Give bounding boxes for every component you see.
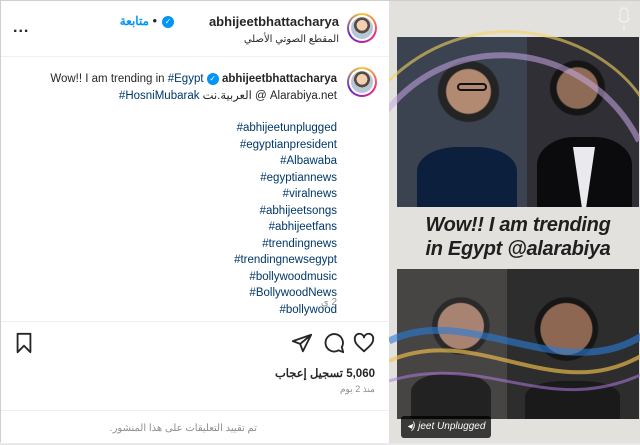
comment-button[interactable]: [323, 332, 345, 354]
caption-author-avatar[interactable]: [347, 67, 377, 97]
heart-icon: [353, 332, 375, 353]
caption-source: العربية.نت @ Alarabiya.net: [202, 89, 337, 102]
hashtag-link[interactable]: #abhijeetunplugged: [237, 122, 337, 134]
suit-shape: [411, 374, 491, 419]
comment-icon: [324, 333, 345, 354]
like-button[interactable]: [353, 332, 375, 354]
post-caption: Wow!! I am trending in #Egypt ✓ abhijeet…: [17, 71, 337, 318]
hashtag-link[interactable]: #viralnews: [283, 188, 337, 200]
hashtag-link[interactable]: #trendingnews: [262, 238, 337, 250]
suit-shape: [525, 381, 620, 419]
likes-label: تسجيل إعجاب: [274, 368, 344, 380]
hashtag-link[interactable]: #abhijeetfans: [269, 221, 337, 233]
instagram-post-dialog: Wow!! I am trending in Egypt @alarabiya …: [0, 0, 640, 443]
bookmark-icon: [16, 332, 32, 354]
hashtag-link[interactable]: #trendingnewsegypt: [234, 254, 337, 266]
caption-text: Wow!! I am trending in: [50, 73, 165, 85]
caption-line-2: #HosniMubarak العربية.نت @ Alarabiya.net: [17, 88, 337, 105]
hashtag-link[interactable]: #Albawaba: [280, 155, 337, 167]
avatar-image: [351, 71, 373, 93]
header-separator: •: [152, 13, 157, 28]
caption-line-1: Wow!! I am trending in #Egypt ✓ abhijeet…: [17, 71, 337, 88]
author-username[interactable]: abhijeetbhattacharya: [209, 14, 339, 29]
hashtag-link[interactable]: #egyptiannews: [260, 172, 337, 184]
comments-limited-notice: تم تقييد التعليقات على هذا المنشور.: [1, 410, 389, 434]
photo-abhijeet-top: [397, 37, 527, 207]
paper-plane-icon: [291, 333, 313, 353]
glasses-shape: [457, 83, 487, 91]
author-avatar[interactable]: [347, 13, 377, 43]
hashtag-egypt[interactable]: #Egypt: [168, 73, 204, 85]
hashtag-hosnimubarak[interactable]: #HosniMubarak: [119, 90, 200, 102]
speaker-icon: ◂): [407, 421, 416, 432]
media-banner-text: Wow!! I am trending in Egypt @alarabiya: [397, 213, 639, 261]
likes-number: 5,060: [346, 368, 375, 380]
avatar-ring: [349, 69, 375, 95]
verified-badge-icon: ✓: [162, 16, 174, 28]
suit-shape: [417, 147, 517, 207]
post-media[interactable]: Wow!! I am trending in Egypt @alarabiya …: [389, 1, 640, 443]
likes-count[interactable]: 5,060 تسجيل إعجاب: [275, 366, 375, 380]
microphone-icon: [617, 7, 631, 31]
post-header: abhijeetbhattacharya ✓ • متابعة المقطع ا…: [1, 1, 389, 57]
caption-timestamp: 2 ي: [320, 297, 337, 308]
original-audio-link[interactable]: المقطع الصوتي الأصلي: [244, 34, 339, 45]
hashtag-link[interactable]: #abhijeetsongs: [260, 205, 337, 217]
verified-badge-icon: ✓: [206, 72, 219, 85]
hashtag-list: #abhijeetunplugged #egyptianpresident #A…: [17, 120, 337, 318]
post-info-panel: abhijeetbhattacharya ✓ • متابعة المقطع ا…: [1, 1, 389, 443]
hashtag-link[interactable]: #bollywoodmusic: [249, 271, 337, 283]
avatar-ring: [349, 15, 375, 41]
share-button[interactable]: [291, 332, 313, 354]
photo-mubarak-top: [527, 37, 639, 207]
banner-line-2: in Egypt @alarabiya: [425, 238, 611, 260]
photo-mubarak-bottom: [397, 269, 507, 419]
caption-username[interactable]: abhijeetbhattacharya: [222, 73, 337, 85]
avatar-image: [351, 17, 373, 39]
post-date: منذ 2 يوم: [339, 384, 375, 394]
save-button[interactable]: [13, 332, 35, 354]
banner-line-1: Wow!! I am trending: [425, 214, 611, 236]
photo-abhijeet-bottom: [507, 269, 639, 419]
post-actions: 5,060 تسجيل إعجاب منذ 2 يوم تم تقييد الت…: [1, 321, 389, 445]
watermark-label: ◂) jeet Unplugged: [401, 416, 492, 438]
follow-button[interactable]: متابعة: [120, 14, 149, 28]
more-options-button[interactable]: ...: [13, 19, 29, 37]
watermark-text: jeet Unplugged: [418, 421, 486, 432]
hashtag-link[interactable]: #egyptianpresident: [240, 139, 337, 151]
